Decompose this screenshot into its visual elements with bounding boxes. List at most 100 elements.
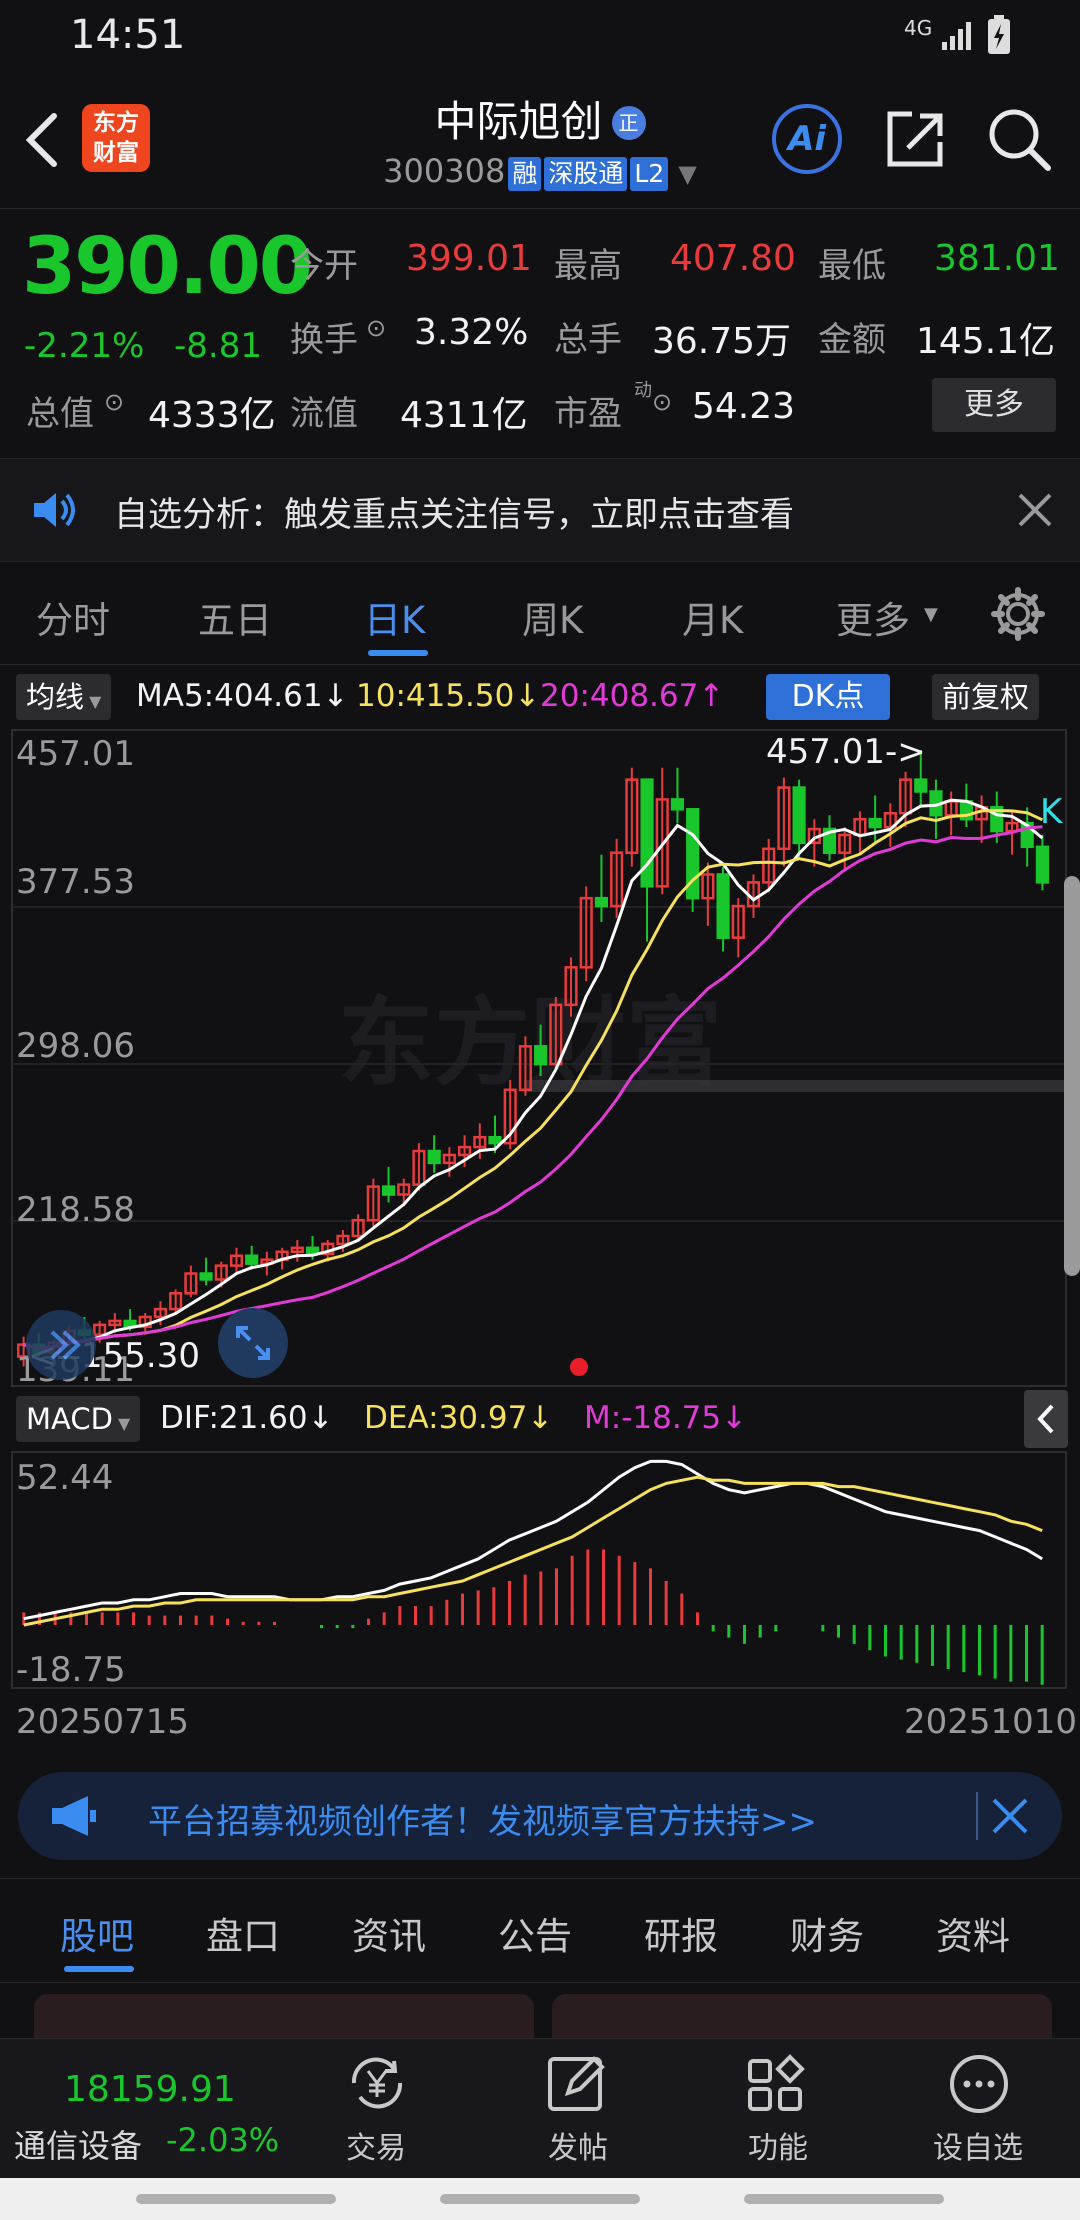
- volume-value: 36.75万: [652, 321, 792, 362]
- sector-index-value[interactable]: 18159.91: [64, 2069, 236, 2110]
- candle: [184, 1265, 198, 1298]
- speaker-icon: [34, 493, 75, 527]
- promo-text: 平台招募视频创作者！发视频享官方扶持>>: [148, 1802, 817, 1842]
- chevron-down-icon[interactable]: ▼: [678, 160, 696, 188]
- y-tick-3: 298.06: [16, 1026, 135, 1066]
- gesture-pill[interactable]: [440, 2194, 640, 2204]
- mcap-label: 总值: [26, 394, 94, 434]
- collapse-handle[interactable]: [26, 1310, 96, 1380]
- list-item[interactable]: [34, 1994, 534, 2044]
- tab-more[interactable]: 更多: [836, 590, 910, 644]
- open-label: 今开: [290, 246, 358, 286]
- candle: [381, 1166, 396, 1203]
- tab-announcements[interactable]: 公告: [498, 1906, 572, 1960]
- y-tick-2: 377.53: [16, 862, 135, 902]
- candle: [792, 779, 806, 859]
- search-icon[interactable]: [986, 106, 1052, 172]
- ma10-label: 10:415.50↓: [356, 678, 541, 714]
- tab-finance[interactable]: 财务: [790, 1906, 864, 1960]
- candle: [959, 783, 973, 828]
- indicator-selector[interactable]: MACD ▼: [16, 1396, 141, 1442]
- promo-banner[interactable]: 平台招募视频创作者！发视频享官方扶持>>: [18, 1772, 1062, 1860]
- sector-name[interactable]: 通信设备: [14, 2121, 142, 2167]
- candlestick-chart[interactable]: 东方财富: [0, 728, 1080, 1388]
- more-circle-icon[interactable]: [948, 2053, 1010, 2115]
- share-icon[interactable]: [884, 108, 946, 170]
- candle: [229, 1247, 244, 1274]
- tab-profile[interactable]: 资料: [936, 1906, 1010, 1960]
- notice-bar[interactable]: 自选分析：触发重点关注信号，立即点击查看: [0, 458, 1080, 562]
- chevron-down-icon: ▼: [924, 604, 938, 625]
- candle: [625, 767, 639, 867]
- panel-toggle[interactable]: [1024, 1390, 1068, 1448]
- expand-button[interactable]: [218, 1308, 288, 1378]
- active-tab-indicator: [64, 1966, 134, 1972]
- stock-name: 中际旭创: [434, 97, 603, 146]
- nav-add-watchlist[interactable]: 设自选: [908, 2123, 1048, 2167]
- tab-five-day[interactable]: 五日: [198, 590, 272, 644]
- tab-weekly-k[interactable]: 周K: [522, 590, 583, 644]
- event-dot[interactable]: [570, 1358, 588, 1376]
- tab-daily-k[interactable]: 日K: [364, 590, 425, 644]
- info-icon[interactable]: ⊙: [366, 314, 386, 342]
- nav-trade[interactable]: 交易: [306, 2123, 446, 2167]
- tab-orderbook[interactable]: 盘口: [206, 1906, 280, 1960]
- candle: [290, 1239, 304, 1262]
- more-button[interactable]: 更多: [932, 378, 1056, 432]
- info-icon[interactable]: ⊙: [104, 388, 124, 416]
- ai-button[interactable]: Ai: [772, 104, 842, 174]
- candle: [199, 1257, 213, 1286]
- divider: [976, 1792, 978, 1840]
- candle: [716, 866, 730, 952]
- macd-chart[interactable]: [0, 1450, 1080, 1690]
- candle: [670, 767, 685, 824]
- tab-monthly-k[interactable]: 月K: [682, 590, 743, 644]
- ma-chip-label: 均线: [26, 680, 85, 714]
- dk-point-button[interactable]: DK点: [766, 674, 890, 720]
- status-bar: 14:51 4G: [0, 0, 1080, 70]
- float-label: 流值: [290, 394, 358, 434]
- scroll-handle[interactable]: [1064, 876, 1080, 1276]
- pe-sup: 动: [634, 380, 652, 401]
- close-icon[interactable]: [990, 1796, 1030, 1836]
- notice-text: 自选分析：触发重点关注信号，立即点击查看: [114, 495, 794, 535]
- low-value: 381.01: [934, 238, 1060, 279]
- info-icon[interactable]: ⊙: [652, 388, 672, 416]
- turnover-value: 3.32%: [414, 312, 529, 353]
- tab-research[interactable]: 研报: [644, 1906, 718, 1960]
- ma5-label: MA5:404.61↓: [136, 678, 349, 714]
- gesture-pill[interactable]: [744, 2194, 944, 2204]
- dea-label: DEA:30.97↓: [364, 1400, 554, 1436]
- trade-icon[interactable]: [342, 2053, 412, 2115]
- gesture-pill[interactable]: [136, 2194, 336, 2204]
- function-grid-icon[interactable]: [746, 2053, 808, 2115]
- nav-function[interactable]: 功能: [708, 2123, 848, 2167]
- divider: [0, 208, 1080, 209]
- battery-icon: [988, 15, 1010, 54]
- gear-icon[interactable]: [990, 586, 1046, 642]
- nav-post[interactable]: 发帖: [508, 2123, 648, 2167]
- adjust-button[interactable]: 前复权: [932, 674, 1040, 720]
- candle: [838, 827, 852, 871]
- tab-timeshare[interactable]: 分时: [36, 590, 110, 644]
- list-item[interactable]: [552, 1994, 1052, 2044]
- ma20-label: 20:408.67↑: [540, 678, 725, 714]
- candle: [944, 791, 958, 835]
- status-time: 14:51: [70, 12, 186, 58]
- close-icon[interactable]: [1016, 491, 1054, 529]
- crosshair-bar: [524, 1080, 1064, 1092]
- turnover-label: 换手: [290, 320, 358, 360]
- candle: [579, 886, 593, 982]
- open-value: 399.01: [406, 238, 532, 279]
- post-icon[interactable]: [546, 2053, 608, 2115]
- change-abs: -8.81: [174, 326, 262, 366]
- candle: [975, 795, 989, 843]
- ma-selector[interactable]: 均线 ▼: [16, 674, 112, 720]
- candle: [777, 777, 791, 867]
- candle: [731, 898, 745, 958]
- tab-news[interactable]: 资讯: [352, 1906, 426, 1960]
- tab-forum[interactable]: 股吧: [60, 1906, 134, 1960]
- mcap-value: 4333亿: [148, 395, 276, 436]
- change-pct: -2.21%: [24, 326, 145, 366]
- m-label: M:-18.75↓: [584, 1400, 748, 1436]
